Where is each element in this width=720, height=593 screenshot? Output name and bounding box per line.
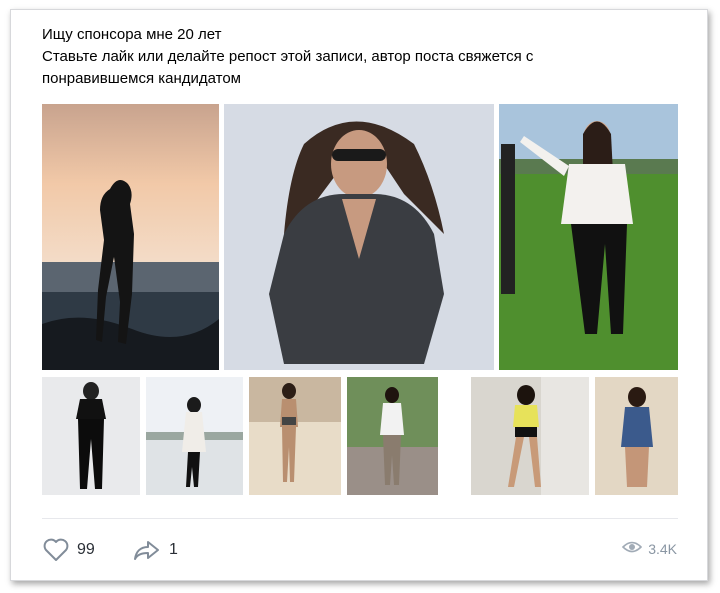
post-text-line-2: Ставьте лайк или делайте репост этой зап… <box>42 48 534 65</box>
share-button[interactable]: 1 <box>132 537 178 563</box>
heart-icon <box>42 538 70 562</box>
post-text: Ищу спонсора мне 20 лет Ставьте лайк или… <box>42 24 682 90</box>
like-count: 99 <box>77 541 95 558</box>
post-text-line-1: Ищу спонсора мне 20 лет <box>42 26 222 43</box>
photo-thumb-4[interactable] <box>347 377 438 495</box>
share-arrow-icon <box>132 538 162 562</box>
photo-silhouette-sunset[interactable] <box>42 104 219 370</box>
photo-thumb-3[interactable] <box>249 377 341 495</box>
photo-thumb-1[interactable] <box>42 377 140 495</box>
post-text-line-3: понравившемся кандидатом <box>42 70 241 87</box>
photo-woman-sunglasses[interactable] <box>224 104 494 370</box>
photo-woman-field[interactable] <box>499 104 678 370</box>
photo-thumb-6[interactable] <box>595 377 678 495</box>
photo-thumb-5[interactable] <box>471 377 589 495</box>
eye-icon <box>622 540 643 557</box>
views-count: 3.4K <box>648 540 677 557</box>
post-card: Ищу спонсора мне 20 лет Ставьте лайк или… <box>10 9 708 581</box>
like-button[interactable]: 99 <box>42 537 95 563</box>
photo-thumb-2[interactable] <box>146 377 243 495</box>
share-count: 1 <box>169 541 178 558</box>
views-counter: 3.4K <box>622 540 677 557</box>
footer-divider <box>42 518 678 519</box>
